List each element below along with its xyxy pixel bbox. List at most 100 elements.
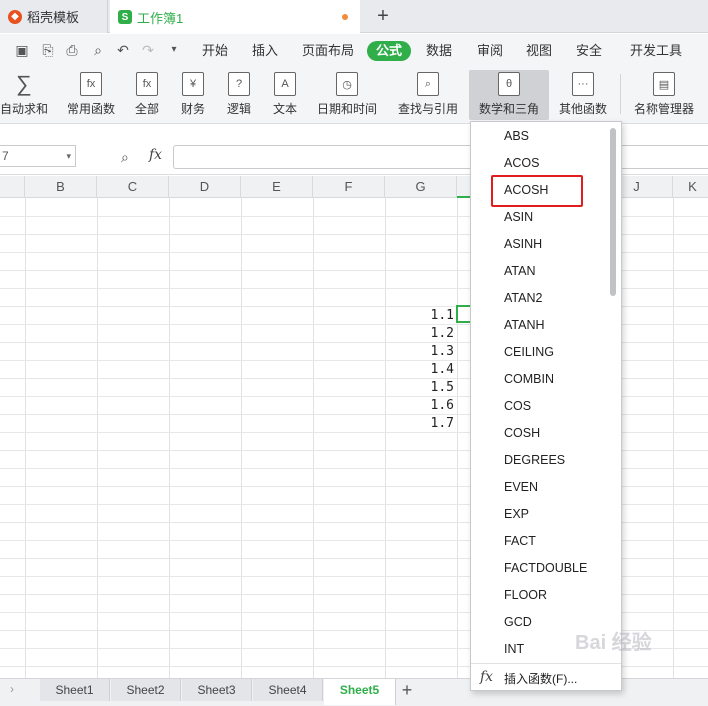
sheet-tab-sheet2[interactable]: Sheet2 [111,679,181,701]
cell-value[interactable]: 1.5 [394,379,454,397]
menu-formulas[interactable]: 公式 [367,41,412,61]
menu-security[interactable]: 安全 [576,41,602,61]
menu-item-cos[interactable]: COS [504,396,531,416]
ribbon: ∑ 自动求和 fx 常用函数 fx 全部 ¥ 财务 ? 逻辑 A 文本 ◷ 日期… [0,66,708,124]
column-header-d[interactable]: D [169,176,241,198]
cell-value[interactable]: 1.6 [394,397,454,415]
tab-workbook[interactable]: S 工作簿1 [110,0,360,34]
menu-data[interactable]: 数据 [426,41,452,61]
ribbon-label: 日期和时间 [316,102,377,116]
menu-item-abs[interactable]: ABS [504,126,529,146]
tab-docer-templates[interactable]: ◆ 稻壳模板 [0,0,108,33]
fx-icon: fx [480,669,494,685]
autosum-button[interactable]: ∑ 自动求和 [0,70,50,120]
chevron-down-icon[interactable]: ▾ [66,146,71,166]
column-header-c[interactable]: C [97,176,169,198]
name-manager-button[interactable]: ▤ 名称管理器 [632,70,696,120]
math-book-icon: θ [498,72,520,96]
docer-logo-icon: ◆ [8,9,22,24]
more-book-icon: ··· [572,72,594,96]
sheet-tab-sheet4[interactable]: Sheet4 [253,679,323,701]
text-button[interactable]: A 文本 [266,70,304,120]
math-trig-dropdown: ABS ACOS ACOSH ASIN ASINH ATAN ATAN2 ATA… [470,121,622,691]
export-icon[interactable]: ⎘ [40,42,56,58]
menu-item-floor[interactable]: FLOOR [504,585,547,605]
undo-icon[interactable]: ↶ [115,42,131,58]
menu-item-asinh[interactable]: ASINH [504,234,542,254]
column-header-f[interactable]: F [313,176,385,198]
menu-item-exp[interactable]: EXP [504,504,529,524]
unsaved-dot-icon [342,14,348,20]
add-sheet-button[interactable]: + [398,679,416,701]
logical-button[interactable]: ? 逻辑 [220,70,258,120]
column-header[interactable] [0,176,25,198]
clock-book-icon: ◷ [336,72,358,96]
menu-view[interactable]: 视图 [526,41,552,61]
name-manager-icon: ▤ [653,72,675,96]
cell-value[interactable]: 1.4 [394,361,454,379]
sheet-tab-sheet5[interactable]: Sheet5 [324,679,396,705]
menu-item-atan2[interactable]: ATAN2 [504,288,542,308]
function-star-icon: fx [80,72,102,96]
column-header-g[interactable]: G [385,176,457,198]
lookup-reference-button[interactable]: ⌕ 查找与引用 [392,70,464,120]
financial-button[interactable]: ¥ 财务 [174,70,212,120]
redo-icon[interactable]: ↷ [140,42,156,58]
name-box[interactable]: 7 ▾ [0,145,76,167]
menu-item-acos[interactable]: ACOS [504,153,539,173]
menu-item-asin[interactable]: ASIN [504,207,533,227]
menu-item-ceiling[interactable]: CEILING [504,342,554,362]
cell-value[interactable]: 1.1 [394,307,454,325]
date-time-button[interactable]: ◷ 日期和时间 [312,70,382,120]
insert-function-footer[interactable]: fx 插入函数(F)... [471,663,621,690]
fx-icon[interactable]: fx [149,147,162,163]
ribbon-label: 逻辑 [226,102,251,116]
more-functions-button[interactable]: ··· 其他函数 [554,70,612,120]
scroll-left-icon[interactable]: › [10,682,14,696]
menu-item-atan[interactable]: ATAN [504,261,535,281]
sheet-tab-sheet3[interactable]: Sheet3 [182,679,252,701]
search-book-icon: ⌕ [417,72,439,96]
common-functions-button[interactable]: fx 常用函数 [62,70,120,120]
menu-developer-tools[interactable]: 开发工具 [630,41,682,61]
menu-item-factdouble[interactable]: FACTDOUBLE [504,558,587,578]
column-header-k[interactable]: K [673,176,708,198]
menu-item-gcd[interactable]: GCD [504,612,532,632]
ribbon-label: 文本 [272,102,297,116]
quick-access-dropdown-icon[interactable]: ▾ [166,42,182,58]
menu-item-cosh[interactable]: COSH [504,423,540,443]
column-header-b[interactable]: B [25,176,97,198]
menu-item-int[interactable]: INT [504,639,524,659]
dropdown-scrollbar[interactable] [610,128,616,296]
menu-home[interactable]: 开始 [202,41,228,61]
save-icon[interactable]: ▣ [14,42,30,58]
cell-value[interactable]: 1.7 [394,415,454,433]
name-box-value: 7 [2,149,9,163]
tab-label: 稻壳模板 [27,10,80,25]
formula-input[interactable] [173,145,708,169]
math-trig-button[interactable]: θ 数学和三角 [469,70,549,120]
print-preview-icon[interactable]: ⌕ [90,42,106,58]
new-tab-button[interactable]: + [372,4,394,28]
column-header-e[interactable]: E [241,176,313,198]
menu-item-degrees[interactable]: DEGREES [504,450,565,470]
cell-value[interactable]: 1.3 [394,343,454,361]
insert-function-label[interactable]: 插入函数(F)... [504,670,577,687]
ribbon-label: 查找与引用 [397,102,458,116]
cell-value[interactable]: 1.2 [394,325,454,343]
ribbon-divider [620,74,621,114]
menu-item-atanh[interactable]: ATANH [504,315,545,335]
menu-item-fact[interactable]: FACT [504,531,536,551]
menu-item-even[interactable]: EVEN [504,477,538,497]
menu-insert[interactable]: 插入 [252,41,278,61]
menu-item-combin[interactable]: COMBIN [504,369,554,389]
column-selection-indicator [457,196,471,198]
menu-review[interactable]: 审阅 [477,41,503,61]
sigma-icon: ∑ [16,71,32,96]
ribbon-label: 名称管理器 [633,102,694,116]
menu-page-layout[interactable]: 页面布局 [302,41,354,61]
print-icon[interactable]: ⎙ [64,42,80,58]
zoom-search-icon[interactable]: ⌕ [121,149,129,166]
all-functions-button[interactable]: fx 全部 [128,70,166,120]
sheet-tab-sheet1[interactable]: Sheet1 [40,679,110,701]
